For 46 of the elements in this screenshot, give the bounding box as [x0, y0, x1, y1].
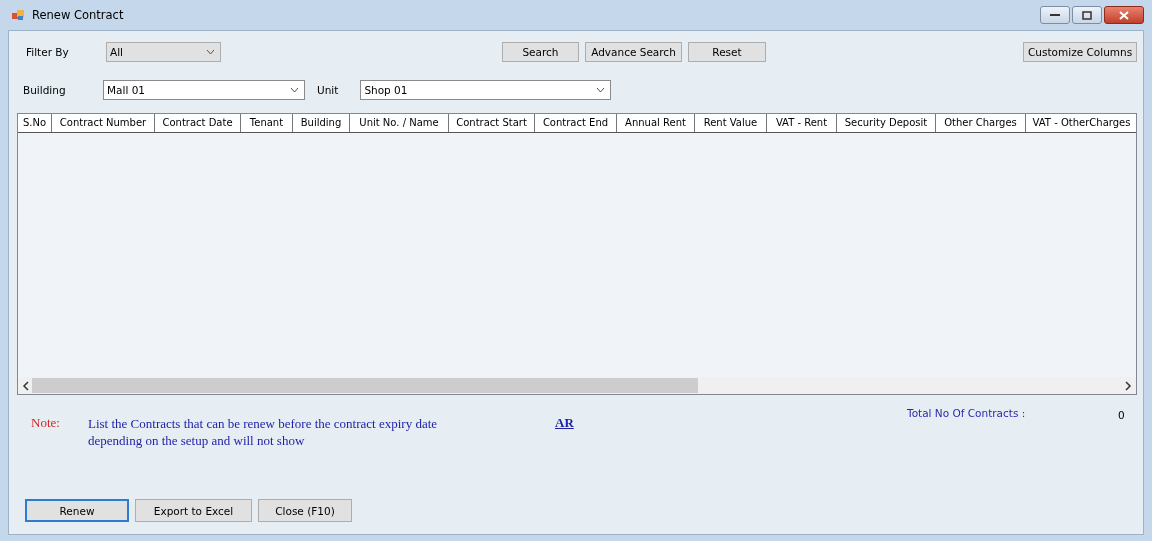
close-icon: [1119, 10, 1129, 20]
maximize-icon: [1082, 10, 1092, 20]
search-toolbar-button[interactable]: Search: [502, 42, 579, 62]
unit-label: Unit: [317, 84, 339, 96]
scroll-right-icon[interactable]: [1122, 379, 1134, 392]
filter-label: Filter By: [25, 46, 70, 58]
note-label: Note:: [31, 415, 60, 431]
column-header[interactable]: Contract End: [535, 114, 617, 132]
filter-dropdown[interactable]: All: [106, 42, 221, 62]
search-toolbar-button[interactable]: Reset: [688, 42, 766, 62]
action-button[interactable]: Close (F10): [258, 499, 352, 522]
scroll-left-icon[interactable]: [20, 379, 32, 392]
note-text: List the Contracts that can be renew before the contract expiry date depending on the setup and will not show: [88, 415, 439, 449]
column-header[interactable]: VAT - Rent: [767, 114, 837, 132]
action-button[interactable]: Renew: [25, 499, 129, 522]
column-header[interactable]: Contract Start: [449, 114, 535, 132]
total-contracts-value: 0: [1118, 409, 1125, 421]
building-dropdown[interactable]: Mall 01: [103, 80, 305, 100]
column-header[interactable]: Building: [293, 114, 350, 132]
minimize-icon: [1050, 13, 1060, 17]
action-button[interactable]: Export to Excel: [135, 499, 252, 522]
column-header[interactable]: Security Deposit: [837, 114, 936, 132]
column-header[interactable]: S.No: [18, 114, 52, 132]
column-header[interactable]: VAT - OtherCharges: [1026, 114, 1136, 132]
building-label: Building: [22, 84, 67, 96]
chevron-down-icon: [596, 87, 606, 93]
unit-dropdown[interactable]: Shop 01: [360, 80, 612, 100]
column-header[interactable]: Unit No. / Name: [350, 114, 449, 132]
chevron-down-icon: [290, 87, 299, 93]
column-header[interactable]: Annual Rent: [617, 114, 695, 132]
horizontal-scrollbar[interactable]: [18, 377, 1136, 394]
window-title: Renew Contract: [32, 8, 124, 22]
close-button[interactable]: [1104, 6, 1144, 24]
customize-columns-button[interactable]: Customize Columns: [1023, 42, 1137, 62]
column-header[interactable]: Rent Value: [695, 114, 767, 132]
column-header[interactable]: Contract Date: [155, 114, 241, 132]
app-icon: [12, 9, 26, 21]
column-header[interactable]: Tenant: [241, 114, 293, 132]
search-toolbar-button[interactable]: Advance Search: [585, 42, 682, 62]
chevron-down-icon: [206, 49, 215, 55]
maximize-button[interactable]: [1072, 6, 1102, 24]
total-contracts-label: Total No Of Contracts :: [907, 407, 1026, 419]
ar-link[interactable]: AR: [555, 415, 574, 431]
column-header[interactable]: Contract Number: [52, 114, 155, 132]
minimize-button[interactable]: [1040, 6, 1070, 24]
column-header[interactable]: Other Charges: [936, 114, 1026, 132]
